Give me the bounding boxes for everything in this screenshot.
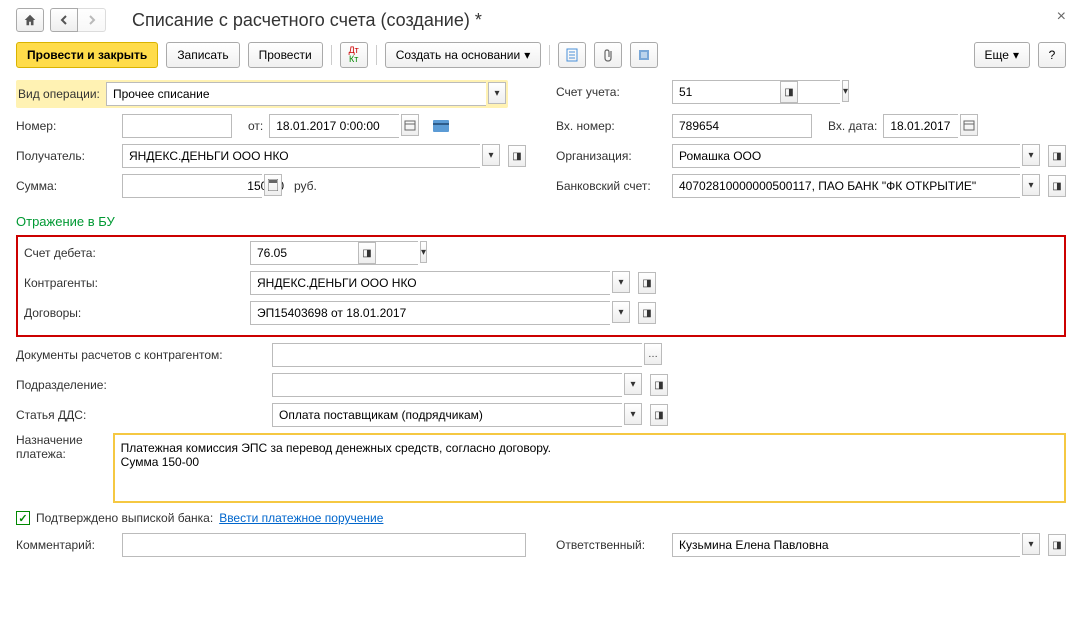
- operation-type-input[interactable]: [111, 83, 482, 105]
- counterparty-label: Контрагенты:: [24, 276, 244, 290]
- more-label: Еще: [985, 48, 1009, 62]
- dropdown-button[interactable]: ▾: [1022, 144, 1040, 166]
- forward-button[interactable]: [78, 8, 106, 32]
- operation-type-label: Вид операции:: [18, 87, 106, 101]
- home-button[interactable]: [16, 8, 44, 32]
- contract-input[interactable]: [255, 302, 606, 324]
- in-number-input[interactable]: [677, 115, 836, 137]
- chevron-down-icon: ▾: [524, 48, 530, 62]
- separator: [376, 45, 377, 65]
- document-icon: [565, 48, 579, 62]
- dt-kt-icon: ДтКт: [349, 46, 359, 64]
- open-button[interactable]: ◨: [638, 272, 656, 294]
- attach-button[interactable]: [594, 42, 622, 68]
- in-date-label: Вх. дата:: [828, 119, 877, 133]
- organization-label: Организация:: [556, 149, 666, 163]
- dds-input[interactable]: [277, 404, 618, 426]
- report-button[interactable]: [558, 42, 586, 68]
- dropdown-button[interactable]: ▾: [420, 241, 427, 263]
- calendar-button[interactable]: [960, 114, 978, 136]
- confirmed-checkbox[interactable]: ✓: [16, 511, 30, 525]
- bu-section-title: Отражение в БУ: [16, 214, 1066, 229]
- separator: [549, 45, 550, 65]
- dropdown-button[interactable]: ▾: [624, 373, 642, 395]
- close-button[interactable]: ×: [1057, 8, 1066, 26]
- debit-account-label: Счет дебета:: [24, 246, 244, 260]
- ellipsis-button[interactable]: …: [644, 343, 662, 365]
- open-button[interactable]: ◨: [358, 242, 376, 264]
- debit-account-input[interactable]: [255, 242, 414, 264]
- open-button[interactable]: ◨: [1048, 175, 1066, 197]
- bank-account-input[interactable]: [677, 175, 1016, 197]
- sum-input[interactable]: [127, 175, 286, 197]
- open-button[interactable]: ◨: [650, 374, 668, 396]
- purpose-textarea[interactable]: [113, 433, 1066, 503]
- recipient-label: Получатель:: [16, 149, 116, 163]
- contract-label: Договоры:: [24, 306, 244, 320]
- organization-input[interactable]: [677, 145, 1016, 167]
- back-button[interactable]: [50, 8, 78, 32]
- calculator-button[interactable]: [264, 174, 282, 196]
- open-button[interactable]: ◨: [1048, 534, 1066, 556]
- list-icon: [637, 48, 651, 62]
- dropdown-button[interactable]: ▾: [1022, 174, 1040, 196]
- comment-label: Комментарий:: [16, 538, 116, 552]
- settlement-docs-input[interactable]: [277, 344, 638, 366]
- dropdown-button[interactable]: ▾: [482, 144, 500, 166]
- create-based-button[interactable]: Создать на основании ▾: [385, 42, 542, 68]
- division-label: Подразделение:: [16, 378, 266, 392]
- open-button[interactable]: ◨: [638, 302, 656, 324]
- division-input[interactable]: [277, 374, 618, 396]
- responsible-input[interactable]: [677, 534, 1016, 556]
- chevron-down-icon: ▾: [1013, 48, 1019, 62]
- responsible-label: Ответственный:: [556, 538, 666, 552]
- open-button[interactable]: ◨: [780, 81, 798, 103]
- calendar-icon: [963, 119, 975, 131]
- calculator-icon: [268, 179, 278, 191]
- sum-label: Сумма:: [16, 179, 116, 193]
- dropdown-button[interactable]: ▾: [488, 82, 506, 104]
- list-button[interactable]: [630, 42, 658, 68]
- dropdown-button[interactable]: ▾: [612, 301, 630, 323]
- account-label: Счет учета:: [556, 85, 666, 99]
- confirmed-label: Подтверждено выпиской банка:: [36, 511, 213, 525]
- calendar-button[interactable]: [401, 114, 419, 136]
- dropdown-button[interactable]: ▾: [624, 403, 642, 425]
- create-based-label: Создать на основании: [396, 48, 521, 62]
- more-button[interactable]: Еще ▾: [974, 42, 1030, 68]
- dt-kt-button[interactable]: ДтКт: [340, 42, 368, 68]
- toolbar: Провести и закрыть Записать Провести ДтК…: [16, 42, 1066, 68]
- settlement-docs-label: Документы расчетов с контрагентом:: [16, 348, 266, 362]
- page-title: Списание с расчетного счета (создание) *: [132, 10, 482, 31]
- card-icon[interactable]: [433, 120, 449, 132]
- dropdown-button[interactable]: ▾: [612, 271, 630, 293]
- dropdown-button[interactable]: ▾: [842, 80, 849, 102]
- submit-close-button[interactable]: Провести и закрыть: [16, 42, 158, 68]
- currency-label: руб.: [294, 179, 317, 193]
- highlighted-region: Счет дебета: ▾ ◨ Контрагенты: ▾ ◨ Догово…: [16, 235, 1066, 337]
- calendar-icon: [404, 119, 416, 131]
- help-button[interactable]: ?: [1038, 42, 1066, 68]
- open-button[interactable]: ◨: [650, 404, 668, 426]
- separator: [331, 45, 332, 65]
- dropdown-button[interactable]: ▾: [1022, 533, 1040, 555]
- purpose-label: Назначение платежа:: [16, 433, 107, 461]
- bank-account-label: Банковский счет:: [556, 179, 666, 193]
- comment-input[interactable]: [127, 534, 521, 556]
- paperclip-icon: [602, 48, 614, 62]
- account-input[interactable]: [677, 81, 836, 103]
- counterparty-input[interactable]: [255, 272, 606, 294]
- in-number-label: Вх. номер:: [556, 119, 666, 133]
- from-label: от:: [248, 119, 263, 133]
- dds-label: Статья ДДС:: [16, 408, 266, 422]
- open-button[interactable]: ◨: [1048, 145, 1066, 167]
- open-button[interactable]: ◨: [508, 145, 526, 167]
- number-label: Номер:: [16, 119, 116, 133]
- recipient-input[interactable]: [127, 145, 476, 167]
- save-button[interactable]: Записать: [166, 42, 239, 68]
- submit-button[interactable]: Провести: [248, 42, 323, 68]
- enter-order-link[interactable]: Ввести платежное поручение: [219, 511, 383, 525]
